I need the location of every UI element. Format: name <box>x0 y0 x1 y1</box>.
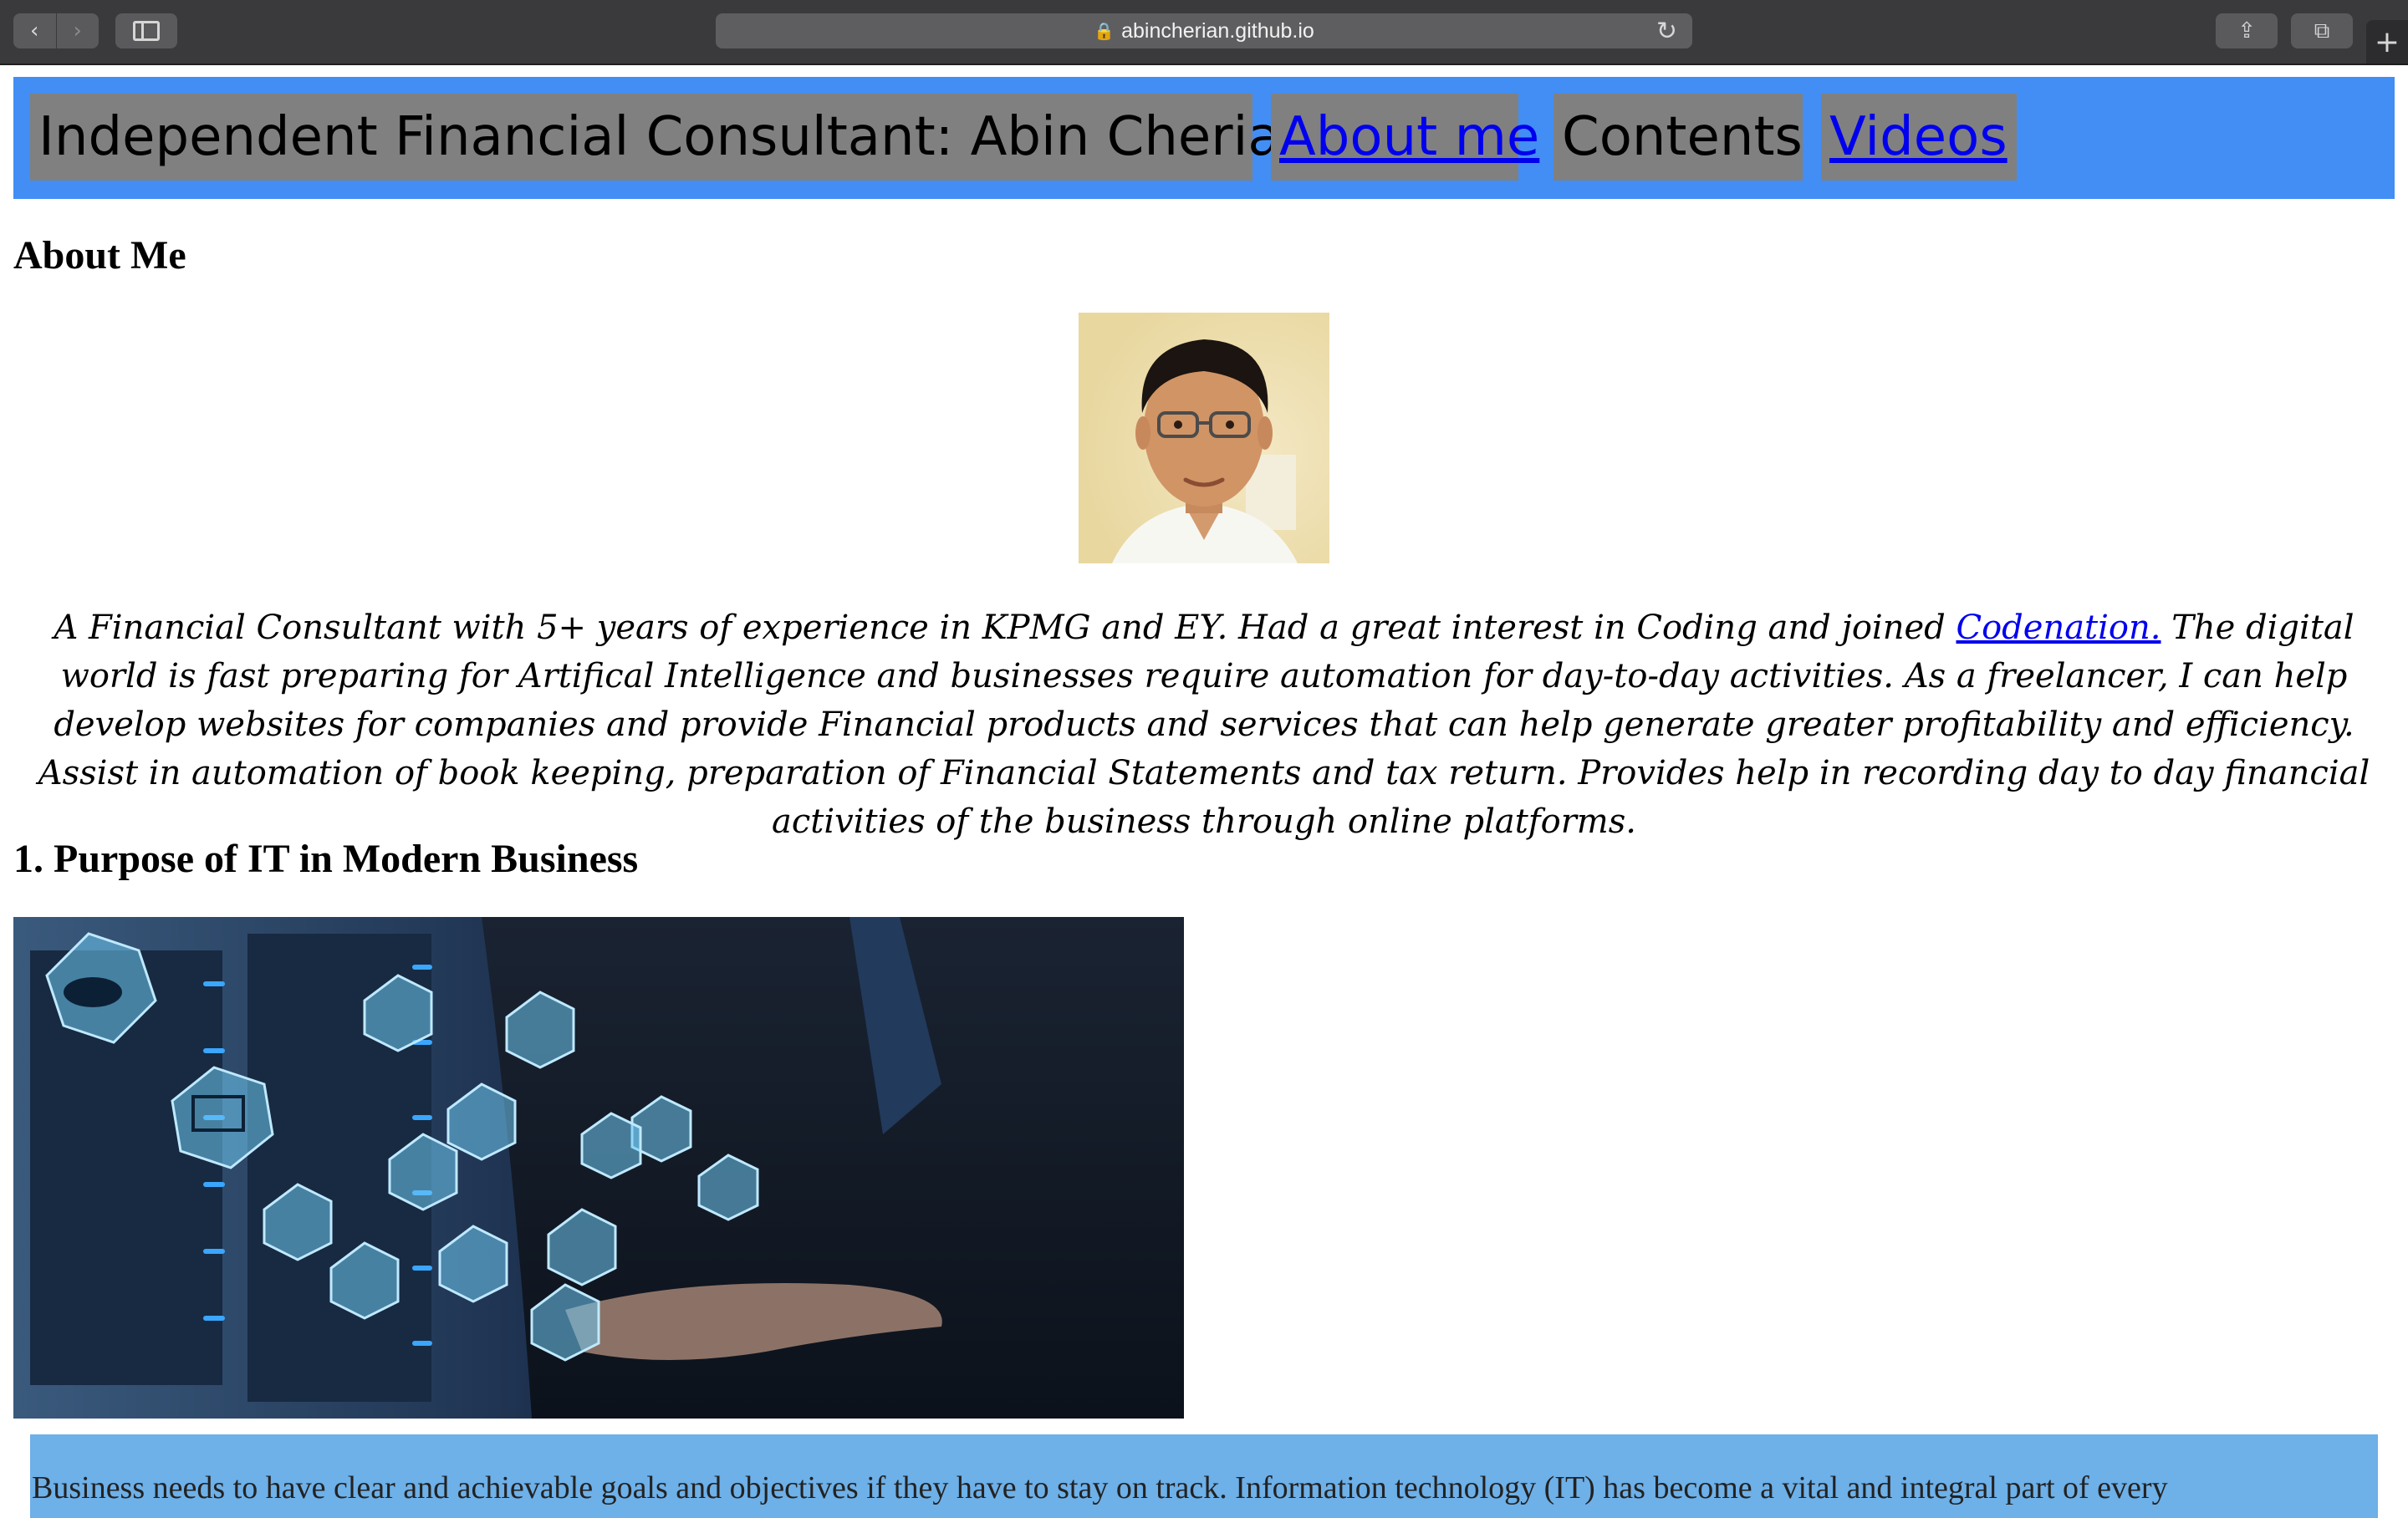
back-icon[interactable]: ‹ <box>13 13 56 48</box>
browser-toolbar: ‹ › 🔒 abincherian.github.io ↻ ⇪ ⧉ + <box>0 0 2408 65</box>
codenation-link[interactable]: Codenation. <box>1956 609 2161 647</box>
about-bio: A Financial Consultant with 5+ years of … <box>25 604 2383 846</box>
reload-icon[interactable]: ↻ <box>1656 17 1677 46</box>
bio-text-start: A Financial Consultant with 5+ years of … <box>54 609 1956 647</box>
nav-link-videos[interactable]: Videos <box>1821 94 2017 181</box>
history-navigation: ‹ › <box>13 13 99 48</box>
site-navigation: Independent Financial Consultant: Abin C… <box>13 77 2395 199</box>
new-tab-button[interactable]: + <box>2366 20 2408 64</box>
forward-icon[interactable]: › <box>55 13 99 48</box>
purpose-paragraph: Business needs to have clear and achieva… <box>32 1470 2168 1505</box>
plus-icon: + <box>2374 24 2400 59</box>
tabs-icon: ⧉ <box>2314 18 2330 43</box>
site-title: Independent Financial Consultant: Abin C… <box>30 94 1314 181</box>
share-icon: ⇪ <box>2237 18 2256 43</box>
url-text: abincherian.github.io <box>1121 18 1314 43</box>
share-button[interactable]: ⇪ <box>2216 13 2278 48</box>
nav-link-about-me[interactable]: About me <box>1271 94 1539 181</box>
about-heading: About Me <box>13 233 186 278</box>
nav-item-contents[interactable]: Contents <box>1553 94 1803 181</box>
profile-photo <box>1079 313 1329 563</box>
sidebar-toggle-button[interactable] <box>115 13 177 48</box>
lock-icon: 🔒 <box>1094 22 1115 41</box>
address-bar[interactable]: 🔒 abincherian.github.io ↻ <box>716 13 1692 48</box>
show-tabs-button[interactable]: ⧉ <box>2291 13 2353 48</box>
purpose-info-box: Business needs to have clear and achieva… <box>30 1434 2378 1518</box>
sidebar-icon <box>133 21 160 41</box>
it-business-image <box>13 917 1184 1419</box>
purpose-heading: 1. Purpose of IT in Modern Business <box>13 837 639 881</box>
